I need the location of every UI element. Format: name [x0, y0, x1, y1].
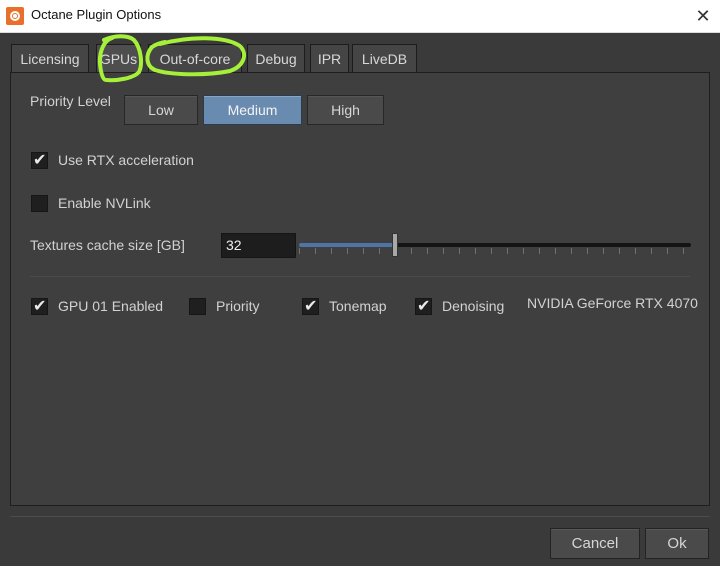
- gpu-name: NVIDIA GeForce RTX 4070: [527, 295, 698, 311]
- tab-label: GPUs: [99, 51, 138, 67]
- tab-label: Debug: [255, 51, 297, 67]
- gpu-enabled-checkbox[interactable]: ✔: [31, 296, 48, 315]
- gpu-denoising-label: Denoising: [442, 298, 505, 314]
- tab-gpus[interactable]: GPUs: [96, 44, 141, 73]
- rtx-label: Use RTX acceleration: [58, 152, 194, 168]
- ok-button[interactable]: Ok: [645, 528, 709, 559]
- tab-debug[interactable]: Debug: [247, 44, 305, 73]
- houdini-app-icon: [6, 7, 24, 25]
- tab-licensing[interactable]: Licensing: [11, 44, 89, 73]
- nvlink-label: Enable NVLink: [58, 195, 151, 211]
- window-title: Octane Plugin Options: [31, 7, 162, 22]
- checkmark-icon: ✔: [417, 296, 431, 315]
- tab-label: LiveDB: [361, 51, 408, 67]
- tab-label: IPR: [317, 51, 342, 67]
- priority-level-label: Priority Level: [30, 93, 111, 109]
- slider-fill: [299, 243, 396, 247]
- title-bar: Octane Plugin Options ✕: [0, 0, 720, 33]
- checkmark-icon: ✔: [304, 296, 318, 315]
- tab-ipr[interactable]: IPR: [310, 44, 349, 73]
- gpu-tonemap-label: Tonemap: [329, 298, 387, 314]
- tab-out-of-core[interactable]: Out-of-core: [148, 44, 242, 73]
- gpu-enabled-label: GPU 01 Enabled: [58, 298, 164, 314]
- close-icon[interactable]: ✕: [686, 4, 720, 30]
- priority-high-button[interactable]: High: [307, 95, 384, 125]
- tab-livedb[interactable]: LiveDB: [352, 44, 417, 73]
- tab-label: Licensing: [20, 51, 80, 67]
- gpu-priority-label: Priority: [216, 298, 260, 314]
- checkmark-icon: ✔: [33, 296, 47, 315]
- cancel-button[interactable]: Cancel: [550, 528, 640, 559]
- priority-low-button[interactable]: Low: [124, 95, 198, 125]
- footer-divider: [10, 516, 710, 517]
- priority-medium-button[interactable]: Medium: [203, 95, 302, 125]
- checkmark-icon: ✔: [33, 150, 47, 169]
- texture-cache-label: Textures cache size [GB]: [30, 237, 185, 253]
- tab-label: Out-of-core: [159, 51, 231, 67]
- texture-cache-input[interactable]: 32: [221, 233, 296, 258]
- gpus-panel: [10, 72, 710, 506]
- nvlink-checkbox[interactable]: [31, 195, 48, 212]
- gpu-priority-checkbox[interactable]: [189, 298, 206, 315]
- gpu-denoising-checkbox[interactable]: ✔: [415, 296, 432, 315]
- divider: [30, 276, 690, 277]
- slider-ticks: [299, 248, 691, 254]
- rtx-checkbox[interactable]: ✔: [31, 150, 48, 169]
- slider-handle[interactable]: [392, 233, 399, 257]
- gpu-tonemap-checkbox[interactable]: ✔: [302, 296, 319, 315]
